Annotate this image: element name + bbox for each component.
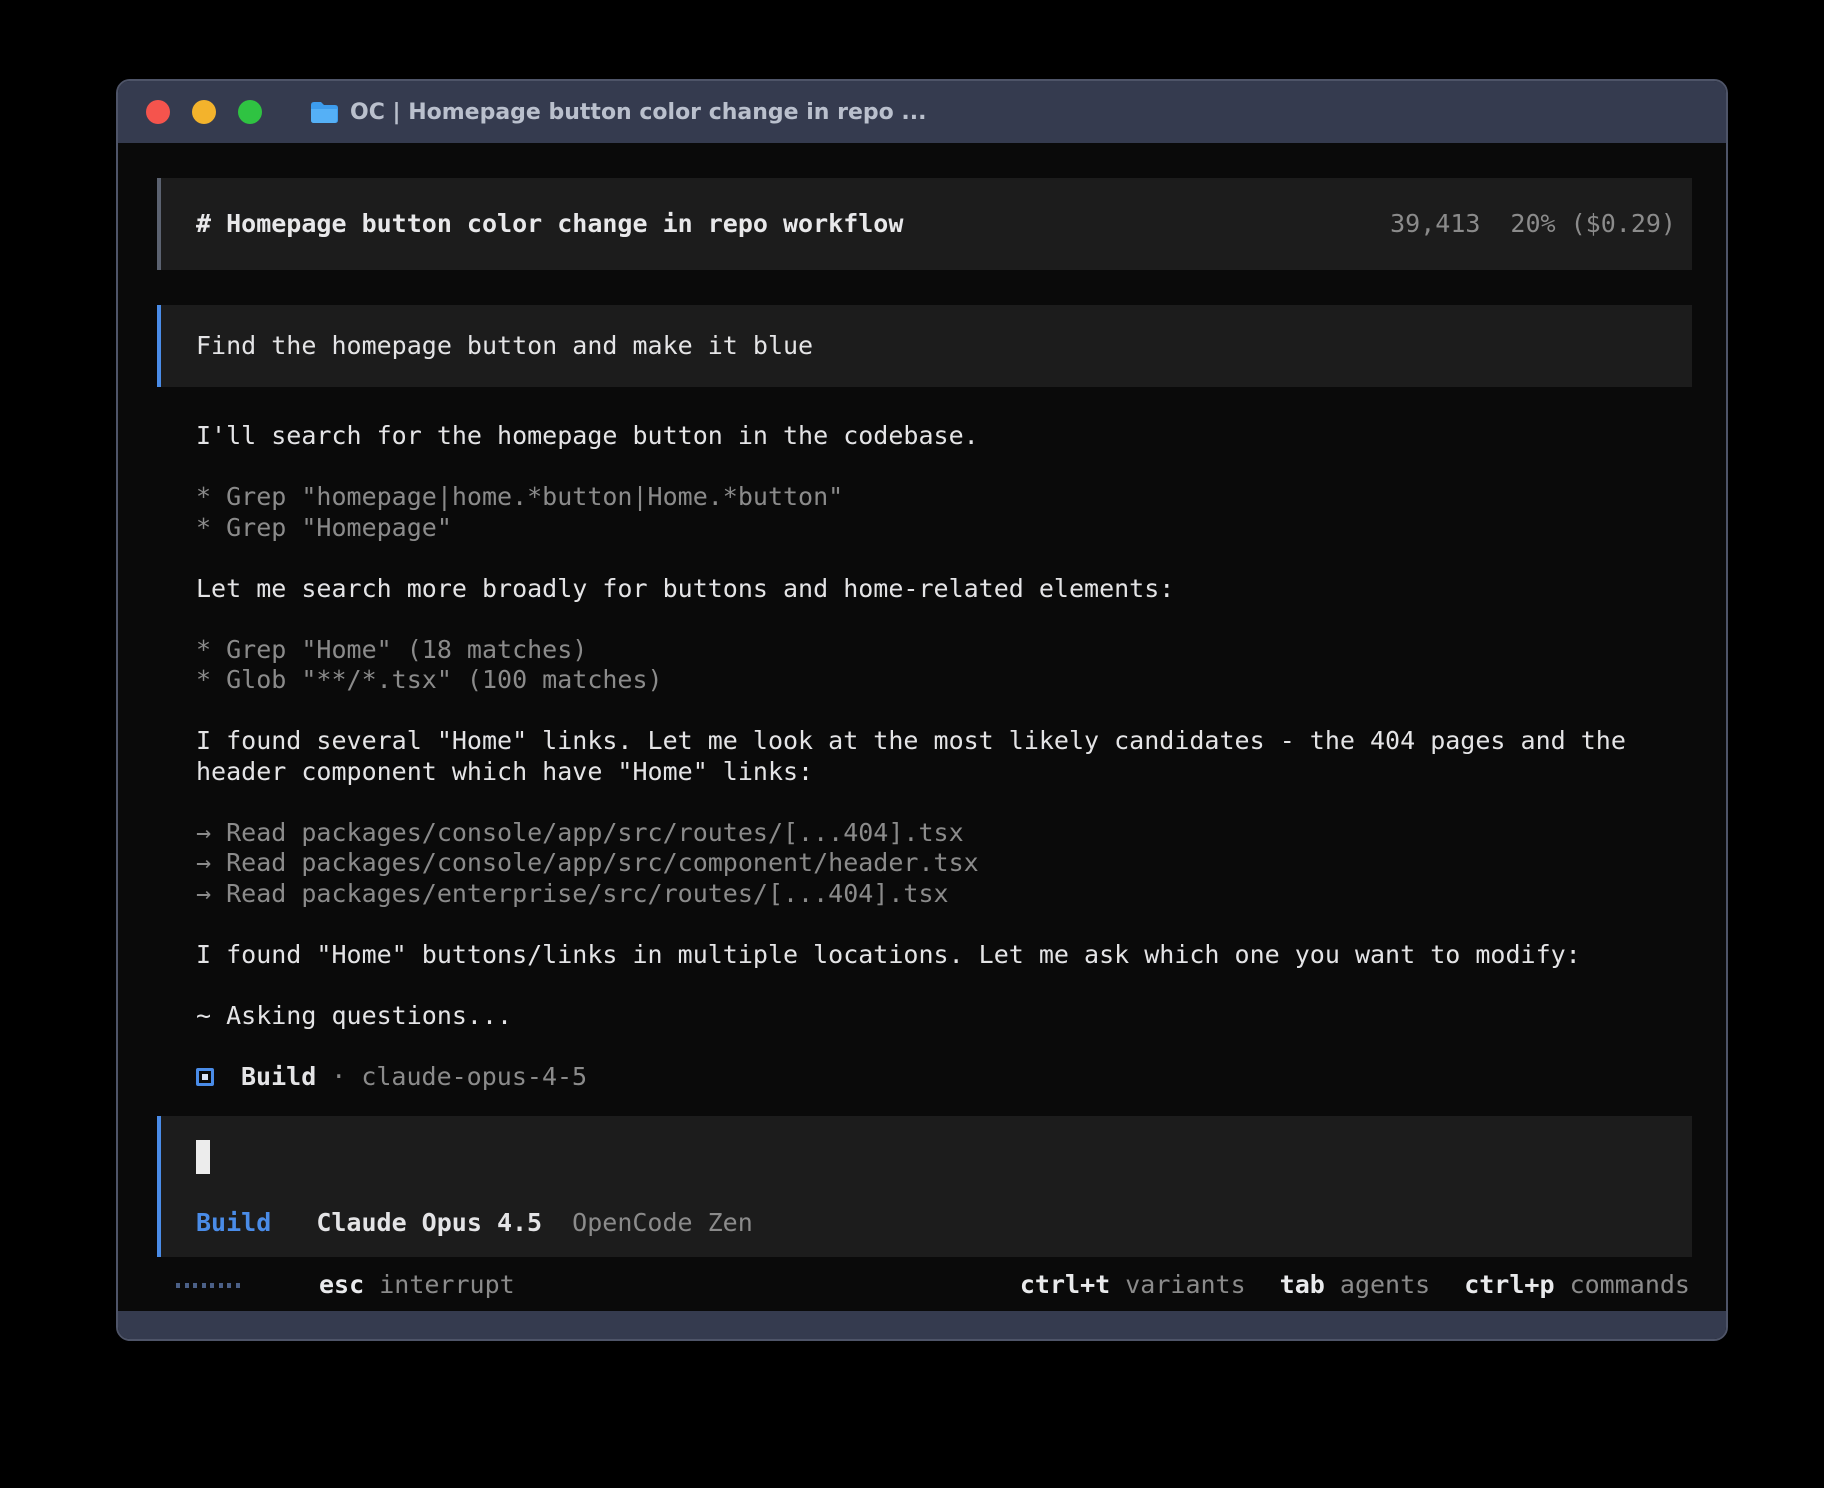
transcript-line: * Grep "Homepage" (196, 513, 1666, 544)
agent-badge-icon (196, 1068, 214, 1086)
desktop: { "window": { "title": "OC | Homepage bu… (0, 0, 1824, 1488)
transcript-line: * Glob "**/*.tsx" (100 matches) (196, 665, 1666, 696)
terminal-content: # Homepage button color change in repo w… (118, 143, 1726, 1311)
transcript-line: I found "Home" buttons/links in multiple… (196, 940, 1666, 971)
variants-key: ctrl+t (1020, 1270, 1110, 1299)
user-message-text: Find the homepage button and make it blu… (196, 331, 813, 362)
agents-label: agents (1340, 1270, 1430, 1299)
terminal-window: OC | Homepage button color change in rep… (116, 79, 1728, 1341)
session-title: # Homepage button color change in repo w… (196, 209, 903, 240)
spinner-dot (193, 1283, 197, 1288)
agent-status-line: Build · claude-opus-4-5 (196, 1062, 1666, 1093)
window-title: OC | Homepage button color change in rep… (350, 100, 926, 125)
agents-hint: tab agents (1280, 1270, 1431, 1301)
agent-separator: · (331, 1062, 346, 1093)
folder-icon (310, 101, 338, 124)
agent-model: claude-opus-4-5 (361, 1062, 587, 1093)
spinner-dot (236, 1283, 240, 1288)
input-composer[interactable]: Build Claude Opus 4.5 OpenCode Zen (157, 1116, 1692, 1257)
commands-label: commands (1570, 1270, 1690, 1299)
interrupt-label: interrupt (379, 1270, 514, 1299)
zoom-button[interactable] (238, 100, 262, 124)
token-count: 39,413 (1390, 209, 1480, 238)
close-button[interactable] (146, 100, 170, 124)
transcript: I'll search for the homepage button in t… (196, 421, 1666, 1092)
spinner-dots (176, 1283, 240, 1288)
transcript-line: header component which have "Home" links… (196, 757, 1666, 788)
minimize-button[interactable] (192, 100, 216, 124)
agents-key: tab (1280, 1270, 1325, 1299)
transcript-line: → Read packages/console/app/src/routes/[… (196, 818, 1666, 849)
transcript-line: * Grep "homepage|home.*button|Home.*butt… (196, 482, 1666, 513)
transcript-line: ~ Asking questions... (196, 1001, 1666, 1032)
transcript-line: * Grep "Home" (18 matches) (196, 635, 1666, 666)
transcript-line: I'll search for the homepage button in t… (196, 421, 1666, 452)
window-titlebar[interactable]: OC | Homepage button color change in rep… (118, 81, 1726, 143)
variants-hint: ctrl+t variants (1020, 1270, 1246, 1301)
transcript-line: I found several "Home" links. Let me loo… (196, 726, 1666, 757)
session-header: # Homepage button color change in repo w… (157, 178, 1692, 270)
agent-badge-inner (202, 1074, 208, 1080)
spinner-dot (227, 1283, 231, 1288)
composer-provider: OpenCode Zen (572, 1208, 753, 1237)
agent-name: Build (241, 1062, 316, 1093)
status-bar: esc interrupt ctrl+t variants tab agents… (176, 1270, 1690, 1300)
interrupt-key: esc (319, 1270, 364, 1299)
spinner-dot (202, 1283, 206, 1288)
session-stats: 39,413 20% ($0.29) (1390, 209, 1676, 240)
commands-hint: ctrl+p commands (1464, 1270, 1690, 1301)
spinner-dot (176, 1283, 180, 1288)
text-cursor (196, 1140, 210, 1174)
composer-agent: Build (196, 1208, 271, 1237)
window-bottom-bar (118, 1311, 1726, 1339)
user-message: Find the homepage button and make it blu… (157, 305, 1692, 387)
variants-label: variants (1125, 1270, 1245, 1299)
commands-key: ctrl+p (1464, 1270, 1554, 1299)
spinner-dot (210, 1283, 214, 1288)
spinner-dot (219, 1283, 223, 1288)
interrupt-hint: esc interrupt (319, 1270, 515, 1301)
transcript-line: → Read packages/console/app/src/componen… (196, 848, 1666, 879)
composer-model: Claude Opus 4.5 (316, 1208, 542, 1237)
transcript-line: → Read packages/enterprise/src/routes/[.… (196, 879, 1666, 910)
composer-meta: Build Claude Opus 4.5 OpenCode Zen (196, 1208, 753, 1239)
context-usage: 20% ($0.29) (1510, 209, 1676, 238)
transcript-line: Let me search more broadly for buttons a… (196, 574, 1666, 605)
spinner-dot (185, 1283, 189, 1288)
